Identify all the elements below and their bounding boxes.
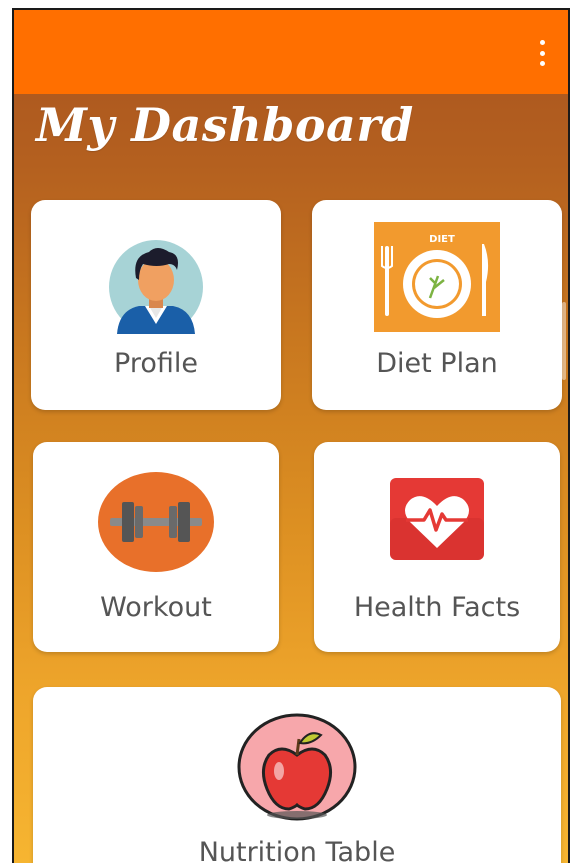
more-vert-icon — [539, 40, 545, 45]
menu-dot — [539, 50, 545, 56]
app-bar — [14, 10, 568, 94]
health-facts-label: Health Facts — [353, 592, 521, 623]
workout-label: Workout — [100, 592, 212, 623]
dumbbell-icon — [98, 472, 214, 572]
scrollbar-thumb[interactable] — [562, 302, 566, 380]
heart-pulse-icon — [390, 478, 484, 560]
more-options-button[interactable] — [532, 40, 552, 66]
phone-screen: My Dashboard Profile DIET Diet Plan Work… — [12, 8, 570, 863]
person-avatar-icon — [109, 240, 203, 334]
diet-plan-label: Diet Plan — [376, 348, 498, 379]
profile-label: Profile — [114, 348, 198, 379]
diet-badge-text: DIET — [429, 234, 455, 245]
nutrition-table-card[interactable]: Nutrition Table — [33, 687, 561, 863]
diet-plan-card[interactable]: DIET Diet Plan — [312, 200, 562, 410]
apple-icon — [237, 713, 357, 821]
workout-card[interactable]: Workout — [33, 442, 279, 652]
health-facts-card[interactable]: Health Facts — [314, 442, 560, 652]
profile-card[interactable]: Profile — [31, 200, 281, 410]
page-title: My Dashboard — [36, 98, 414, 152]
nutrition-table-label: Nutrition Table — [198, 837, 396, 863]
menu-dot — [539, 61, 545, 66]
diet-plate-icon: DIET — [374, 222, 500, 332]
